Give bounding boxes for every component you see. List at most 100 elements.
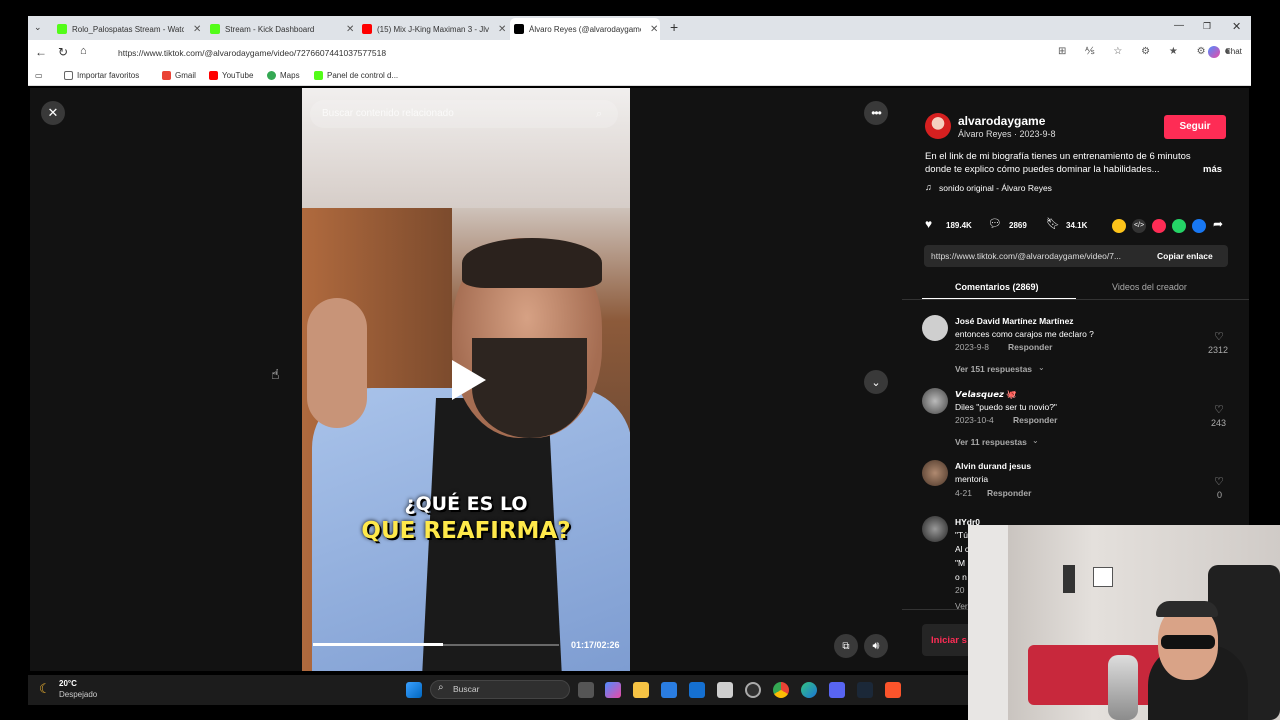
tab-rolo-stream[interactable]: Rolo_Palospatas Stream - Watch Li ✕	[53, 18, 203, 40]
comment-avatar[interactable]	[922, 388, 948, 414]
follow-button[interactable]: Seguir	[1164, 115, 1226, 139]
bookmark-panel[interactable]: Panel de control d...	[314, 71, 398, 80]
file-explorer-icon[interactable]	[633, 682, 649, 698]
chrome-icon[interactable]	[773, 682, 789, 698]
comment-reply-link[interactable]: Responder	[1008, 342, 1052, 352]
app-icon[interactable]	[717, 682, 733, 698]
play-icon[interactable]	[452, 360, 486, 400]
new-tab-button[interactable]: +	[670, 19, 678, 35]
bookmarks-bar: ▭ Importar favoritos Gmail YouTube Maps …	[28, 66, 1251, 86]
bookmark-icon[interactable]: 🔖︎	[1046, 217, 1060, 230]
sound-name[interactable]: sonido original - Álvaro Reyes	[939, 183, 1052, 193]
comment-avatar[interactable]	[922, 315, 948, 341]
person-hair	[462, 238, 602, 288]
close-tab-icon[interactable]: ✕	[498, 24, 506, 35]
weather-temp[interactable]: 20°C	[59, 679, 77, 688]
comment-like-icon[interactable]: ♡	[1214, 403, 1224, 416]
embed-icon[interactable]: </>	[1132, 219, 1146, 233]
copilot-icon[interactable]	[605, 682, 621, 698]
bookmark-maps[interactable]: Maps	[267, 71, 300, 80]
edge-icon[interactable]	[801, 682, 817, 698]
creator-avatar[interactable]	[925, 113, 951, 139]
copy-link-button[interactable]: Copiar enlace	[1157, 251, 1213, 261]
comment-avatar[interactable]	[922, 460, 948, 486]
more-options-button[interactable]: •••	[864, 101, 888, 125]
next-video-button[interactable]: ⌄	[864, 370, 888, 394]
minimize-icon[interactable]: —	[1174, 20, 1184, 31]
home-icon[interactable]: ⌂	[80, 45, 87, 57]
send-icon[interactable]	[1152, 219, 1166, 233]
share-icon[interactable]: ➦	[1213, 217, 1223, 231]
restore-icon[interactable]: ❐	[1203, 21, 1211, 32]
windows-start-icon[interactable]	[406, 682, 422, 698]
related-search-input[interactable]: Buscar contenido relacionado	[310, 100, 618, 128]
floating-player-button[interactable]: ⧉	[834, 634, 858, 658]
whatsapp-icon[interactable]	[1172, 219, 1186, 233]
comment-username[interactable]: Alvin durand jesus	[955, 461, 1031, 471]
comment-username[interactable]: José David Martínez Martínez	[955, 316, 1074, 326]
volume-button[interactable]: 🔊︎	[864, 634, 888, 658]
comment-text: Diles "puedo ser tu novio?"	[955, 402, 1057, 412]
comment-like-icon[interactable]: ♡	[1214, 330, 1224, 343]
view-replies-link[interactable]: Ver 11 respuestas	[955, 437, 1027, 447]
comment-date-fragment: 20	[955, 585, 965, 595]
login-prompt[interactable]: Iniciar s	[931, 635, 967, 646]
reload-icon[interactable]: ↻	[58, 45, 68, 59]
obs-icon[interactable]	[745, 682, 761, 698]
coin-icon[interactable]	[1112, 219, 1126, 233]
webcam-overlay	[968, 525, 1280, 720]
comment-like-count: 243	[1211, 418, 1227, 428]
like-icon[interactable]: ♥	[925, 217, 932, 231]
creator-username[interactable]: alvarodaygame	[958, 114, 1045, 128]
comment-icon[interactable]: 💬︎	[988, 217, 1002, 230]
tiktok-icon	[514, 24, 524, 34]
taskbar-search-input[interactable]	[430, 680, 570, 699]
search-icon[interactable]: ⌕	[596, 108, 602, 121]
chevron-down-icon[interactable]: ⌄	[1032, 436, 1039, 445]
close-tab-icon[interactable]: ✕	[346, 24, 354, 35]
webcam-door	[968, 525, 1008, 720]
youtube-icon	[209, 71, 218, 80]
comment-date: 2023-9-8	[955, 342, 990, 352]
comment-text-fragment: o n	[955, 572, 967, 582]
task-view-icon[interactable]	[578, 682, 594, 698]
comment-reply-link[interactable]: Responder	[987, 488, 1031, 498]
kick-icon	[210, 24, 220, 34]
tab-youtube-mix[interactable]: (15) Mix J-King Maximan 3 - Jlv - ✕	[358, 18, 508, 40]
comment-avatar[interactable]	[922, 516, 948, 542]
tab-comments[interactable]: Comentarios (2869)	[955, 282, 1039, 292]
taskbar-search-label: Buscar	[453, 684, 480, 694]
close-window-icon[interactable]: ✕	[1232, 20, 1241, 33]
tab-tiktok-active[interactable]: Álvaro Reyes (@alvarodaygame) | ✕	[510, 18, 660, 40]
comment-like-icon[interactable]: ♡	[1214, 475, 1224, 488]
bookmark-import[interactable]: Importar favoritos	[64, 71, 139, 80]
view-replies-link[interactable]: Ver 151 respuestas	[955, 364, 1032, 374]
bookmark-gmail[interactable]: Gmail	[162, 71, 196, 80]
close-video-button[interactable]: ✕	[41, 101, 65, 125]
maps-icon	[267, 71, 276, 80]
store-icon[interactable]	[661, 682, 677, 698]
discord-icon[interactable]	[829, 682, 845, 698]
weather-desc: Despejado	[59, 690, 98, 699]
back-icon[interactable]: ←	[35, 45, 47, 59]
bookmarks-menu-icon[interactable]: ▭	[35, 71, 43, 80]
copilot-icon[interactable]	[1208, 46, 1220, 58]
mail-icon[interactable]	[689, 682, 705, 698]
url-field[interactable]: https://www.tiktok.com/@alvarodaygame/vi…	[102, 44, 1032, 62]
bookmark-youtube[interactable]: YouTube	[209, 71, 253, 80]
comment-reply-link[interactable]: Responder	[1013, 415, 1057, 425]
more-link[interactable]: más	[1203, 164, 1222, 175]
close-tab-icon[interactable]: ✕	[193, 24, 201, 35]
steam-icon[interactable]	[857, 682, 873, 698]
chevron-down-icon[interactable]: ⌄	[1038, 363, 1045, 372]
tab-creator-videos[interactable]: Videos del creador	[1112, 282, 1187, 292]
tab-kick-dashboard[interactable]: Stream - Kick Dashboard ✕	[206, 18, 356, 40]
comment-date: 2023-10-4	[955, 415, 994, 425]
close-tab-icon[interactable]: ✕	[650, 24, 658, 35]
webcam-poster	[1093, 567, 1113, 587]
chat-button[interactable]: Chat	[1225, 47, 1242, 56]
brave-icon[interactable]	[885, 682, 901, 698]
comment-username[interactable]: 𝙑𝙚𝙡𝙖𝙨𝙦𝙪𝙚𝙯 🐙	[955, 389, 1017, 400]
facebook-icon[interactable]	[1192, 219, 1206, 233]
tab-list-button[interactable]: ⌄	[34, 22, 42, 33]
